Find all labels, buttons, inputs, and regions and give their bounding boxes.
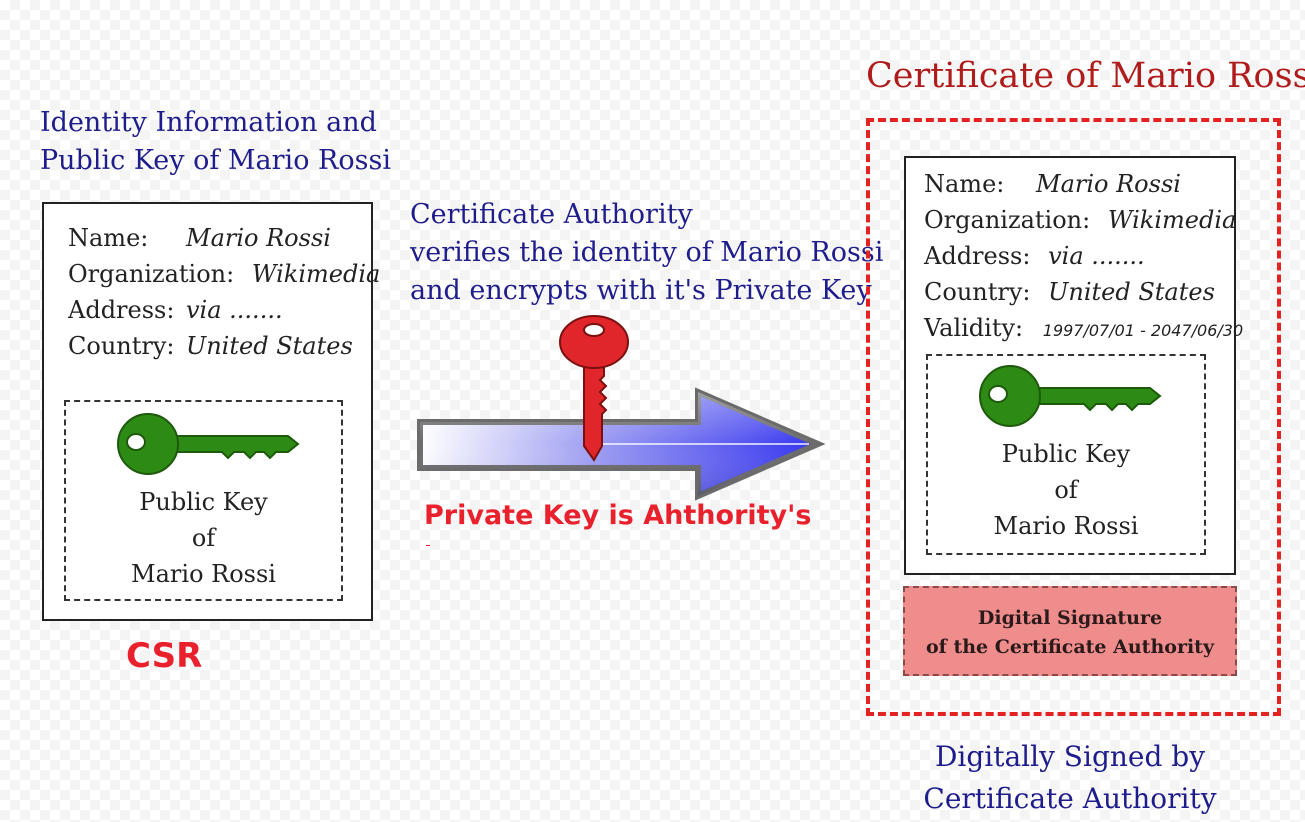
cert-field-organization: Organization: Wikimedia — [924, 206, 1237, 234]
csr-field-address: Address: via ....... — [68, 296, 283, 324]
authority-line3: and encrypts with it's Private Key — [410, 275, 872, 306]
digital-signature-box: Digital Signature of the Certificate Aut… — [903, 586, 1237, 676]
cert-field-address: Address: via ....... — [924, 242, 1145, 270]
csr-field-country: Country: United States — [68, 332, 353, 360]
authority-line2: verifies the identity of Mario Rossi — [410, 237, 884, 268]
footer-line1: Digitally Signed by — [934, 740, 1206, 773]
csr-field-name: Name: Mario Rossi — [68, 224, 331, 252]
cert-field-validity: Validity: 1997/07/01 - 2047/06/30 — [924, 314, 1244, 342]
csr-public-key-box: Public Key of Mario Rossi — [64, 400, 343, 601]
signature-line1: Digital Signature — [977, 607, 1163, 629]
cert-public-key-box: Public Key of Mario Rossi — [926, 354, 1206, 555]
csr-box: Name: Mario Rossi Organization: Wikimedi… — [42, 202, 380, 621]
divider — [426, 545, 430, 546]
csr-field-organization: Organization: Wikimedia — [68, 260, 381, 288]
signature-line2: of the Certificate Authority — [925, 636, 1214, 658]
authority-description: Certificate Authority verifies the ident… — [410, 196, 883, 310]
red-key-icon — [559, 315, 629, 462]
footer-line2: Certificate Authority — [923, 782, 1217, 815]
csr-badge: CSR — [126, 636, 203, 676]
cert-public-key-label: Public Key of Mario Rossi — [993, 440, 1139, 540]
certificate-footer: Digitally Signed by Certificate Authorit… — [900, 736, 1240, 820]
csr-public-key-label: Public Key of Mario Rossi — [131, 488, 276, 588]
csr-caption: Identity Information and Public Key of M… — [40, 104, 391, 180]
private-key-note: Private Key is Ahthority's — [424, 500, 812, 531]
csr-caption-line2: Public Key of Mario Rossi — [40, 145, 391, 176]
green-key-icon — [117, 413, 300, 475]
cert-field-country: Country: United States — [924, 278, 1215, 306]
cert-field-name: Name: Mario Rossi — [924, 170, 1181, 198]
csr-caption-line1: Identity Information and — [40, 107, 377, 138]
green-key-icon — [979, 365, 1162, 427]
certificate-info-box: Name: Mario Rossi Organization: Wikimedi… — [904, 156, 1243, 575]
authority-line1: Certificate Authority — [410, 199, 693, 230]
certificate-title: Certificate of Mario Rossi — [866, 56, 1305, 96]
